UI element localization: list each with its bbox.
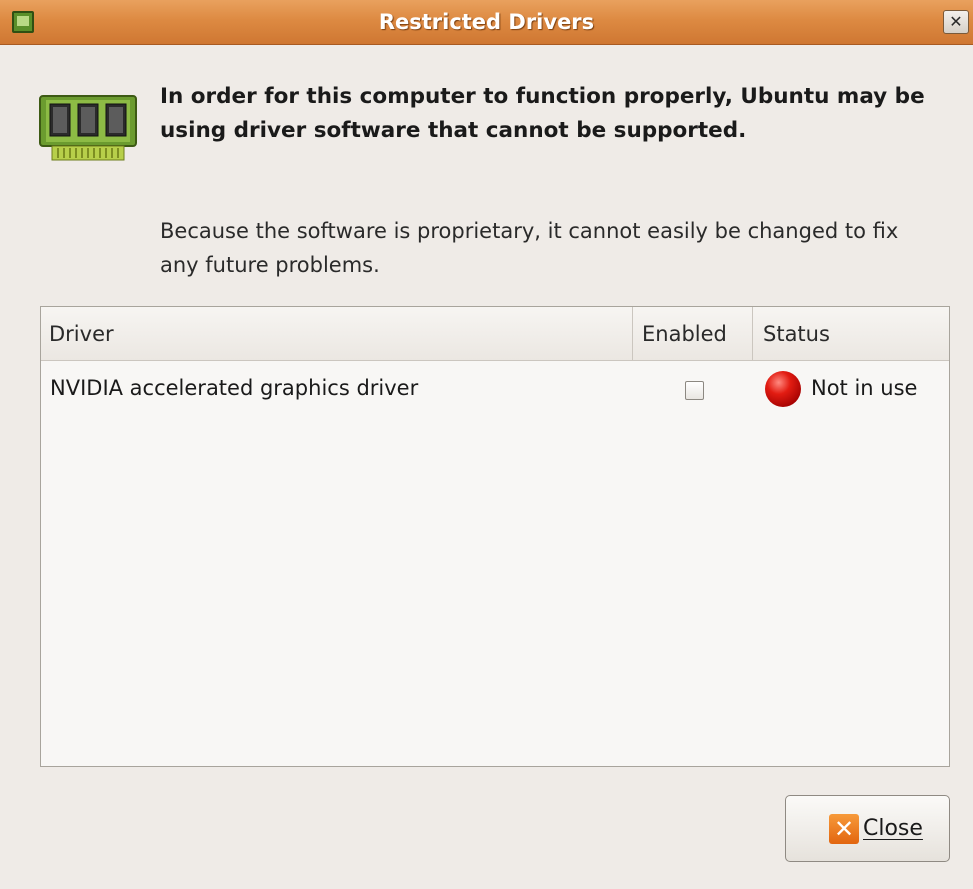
table-header: Driver Enabled Status [41, 307, 949, 361]
dialog-body-text: Because the software is proprietary, it … [160, 219, 899, 277]
close-icon: ✕ [949, 12, 963, 31]
window-close-button[interactable]: ✕ [943, 10, 969, 34]
column-header-enabled[interactable]: Enabled [633, 307, 753, 360]
dialog-heading: In order for this computer to function p… [160, 84, 925, 143]
driver-name-cell: NVIDIA accelerated graphics driver [50, 376, 419, 400]
column-header-status[interactable]: Status [753, 307, 949, 360]
close-button[interactable]: ✕ Close [785, 795, 950, 862]
table-row[interactable]: NVIDIA accelerated graphics driver Not i… [41, 362, 949, 414]
window-title: Restricted Drivers [378, 10, 595, 34]
window-titlebar[interactable]: Restricted Drivers ✕ [0, 0, 973, 45]
hardware-chip-icon [39, 95, 137, 161]
enabled-checkbox[interactable] [685, 381, 704, 400]
status-text: Not in use [811, 376, 918, 400]
status-red-icon [765, 371, 801, 407]
close-button-label: Close [863, 816, 923, 841]
drivers-table[interactable]: Driver Enabled Status NVIDIA accelerated… [40, 306, 950, 767]
column-header-driver[interactable]: Driver [41, 307, 633, 360]
close-icon: ✕ [829, 814, 859, 844]
